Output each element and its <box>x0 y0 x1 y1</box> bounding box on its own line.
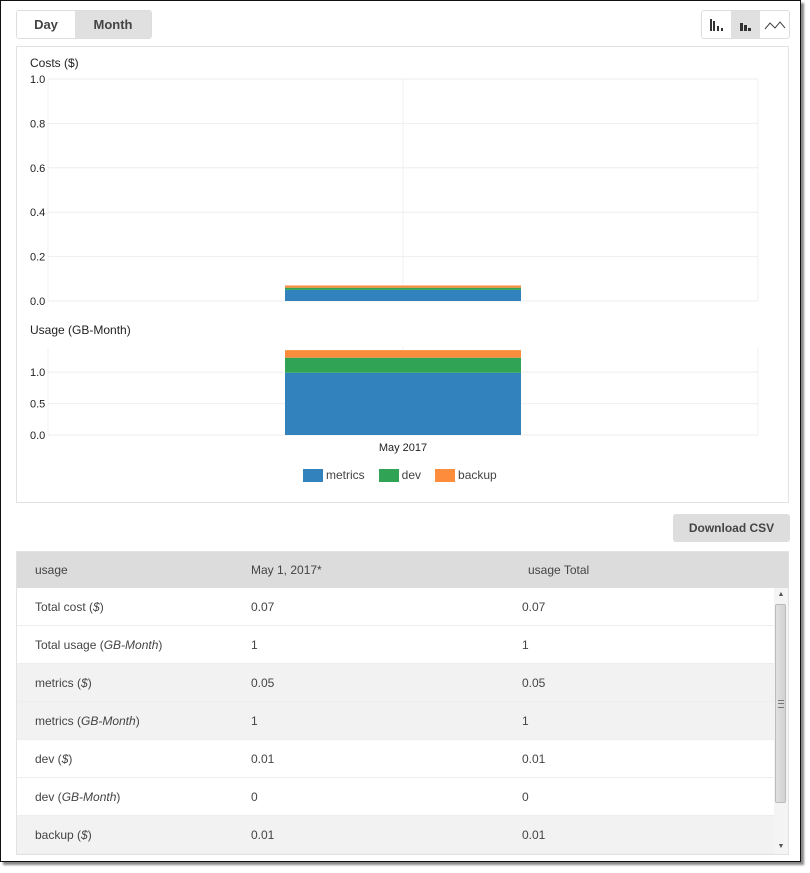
costs-bar-backup <box>285 285 521 288</box>
row-label: backup ($) <box>35 827 92 842</box>
row-total: 1 <box>522 713 529 728</box>
unit: $ <box>93 599 100 614</box>
line-chart-icon <box>764 20 785 29</box>
unit: GB-Month <box>81 713 136 728</box>
unit: $ <box>81 675 88 690</box>
row-total: 0.07 <box>522 599 546 614</box>
usage-y-tick-label: 0.0 <box>30 430 45 442</box>
row-total: 1 <box>522 637 529 652</box>
header-date[interactable]: May 1, 2017* <box>232 563 502 577</box>
row-total: 0.05 <box>522 675 546 690</box>
row-value: 0.01 <box>251 827 275 842</box>
row-label: dev ($) <box>35 751 73 766</box>
row-value: 0.07 <box>251 599 275 614</box>
table-row[interactable]: dev (GB-Month) 0 0 <box>17 778 775 816</box>
table-body: Total cost ($) 0.07 0.07 Total usage (GB-Mo… <box>17 588 788 854</box>
period-toggle: Day Month <box>16 10 152 39</box>
table-row[interactable]: Total cost ($) 0.07 0.07 <box>17 588 775 626</box>
table-row[interactable]: Total usage (GB-Month) 1 1 <box>17 626 775 664</box>
legend-item-dev[interactable]: dev <box>378 468 422 482</box>
usage-y-tick-label: 0.5 <box>30 399 45 411</box>
row-value: 1 <box>251 713 258 728</box>
stacked-bar-button[interactable] <box>731 11 760 38</box>
legend-label: dev <box>401 468 422 482</box>
row-label: Total cost ($) <box>35 599 104 614</box>
costs-y-tick-label: 0.8 <box>30 118 45 130</box>
costs-y-tick-label: 1.0 <box>30 74 45 86</box>
table-scrollbar[interactable]: ▲ ▼ <box>774 588 788 854</box>
usage-y-tick-label: 1.0 <box>30 367 45 379</box>
day-button[interactable]: Day <box>17 11 75 38</box>
table-row[interactable]: dev ($) 0.01 0.01 <box>17 740 775 778</box>
usage-bar-backup <box>285 350 521 358</box>
line-chart-button[interactable] <box>760 11 789 38</box>
legend-swatch <box>435 468 456 482</box>
costs-y-tick-label: 0.6 <box>30 163 45 175</box>
chart-panel: Costs ($) Usage (GB-Month) 0.0 0.2 0.4 0.6 0… <box>16 46 789 503</box>
usage-bar-dev <box>285 357 521 373</box>
costs-bar-metrics <box>285 289 521 301</box>
bar-chart-icon <box>709 18 723 31</box>
costs-y-tick-label: 0.0 <box>30 296 45 308</box>
row-total: 0 <box>522 789 529 804</box>
scroll-up-icon[interactable]: ▲ <box>774 588 788 602</box>
chart-legend: metrics dev backup <box>303 468 497 482</box>
legend-label: metrics <box>326 468 365 482</box>
unit: $ <box>61 751 69 766</box>
table-row[interactable]: metrics (GB-Month) 1 1 <box>17 702 775 740</box>
table-row[interactable]: backup ($) 0.01 0.01 <box>17 816 775 854</box>
usage-table: usage May 1, 2017* usage Total Total cos… <box>16 551 789 855</box>
month-button[interactable]: Month <box>75 11 151 38</box>
legend-item-backup[interactable]: backup <box>435 468 497 482</box>
grouped-bar-button[interactable] <box>702 11 731 38</box>
row-value: 1 <box>251 637 258 652</box>
unit: GB-Month <box>103 637 159 652</box>
header-total[interactable]: usage Total <box>502 563 788 577</box>
scroll-down-icon[interactable]: ▼ <box>774 840 788 854</box>
row-label: dev (GB-Month) <box>35 789 121 804</box>
table-header: usage May 1, 2017* usage Total <box>17 552 788 588</box>
legend-label: backup <box>458 468 497 482</box>
table-row[interactable]: metrics ($) 0.05 0.05 <box>17 664 775 702</box>
row-total: 0.01 <box>522 827 546 842</box>
chart-type-toggle <box>701 10 790 39</box>
row-value: 0.05 <box>251 675 275 690</box>
costs-y-tick-label: 0.4 <box>30 207 45 219</box>
legend-item-metrics[interactable]: metrics <box>303 468 365 482</box>
scrollbar-thumb[interactable] <box>775 604 786 803</box>
costs-y-tick-label: 0.2 <box>30 252 45 264</box>
unit: $ <box>81 827 88 842</box>
stacked-bar-chart-icon <box>739 22 751 31</box>
charts-svg: 0.0 0.2 0.4 0.6 0.8 1.0 0.0 0.5 1.0 May 2017 <box>30 74 759 454</box>
header-usage[interactable]: usage <box>17 563 232 577</box>
row-value: 0 <box>251 789 258 804</box>
row-value: 0.01 <box>251 751 275 766</box>
window-frame: Day Month Costs ($) Usage (GB-Month) 0.0… <box>0 0 801 862</box>
legend-swatch <box>303 468 323 482</box>
row-label: metrics ($) <box>35 675 92 690</box>
costs-bar-dev <box>285 287 521 290</box>
row-total: 0.01 <box>522 751 546 766</box>
usage-bar-metrics <box>285 372 521 435</box>
grip-icon <box>778 700 784 708</box>
row-label: metrics (GB-Month) <box>35 713 140 728</box>
row-label: Total usage (GB-Month) <box>35 637 163 652</box>
download-csv-button[interactable]: Download CSV <box>673 514 790 542</box>
x-tick-label: May 2017 <box>379 442 427 454</box>
legend-swatch <box>378 468 399 482</box>
unit: GB-Month <box>61 789 117 804</box>
